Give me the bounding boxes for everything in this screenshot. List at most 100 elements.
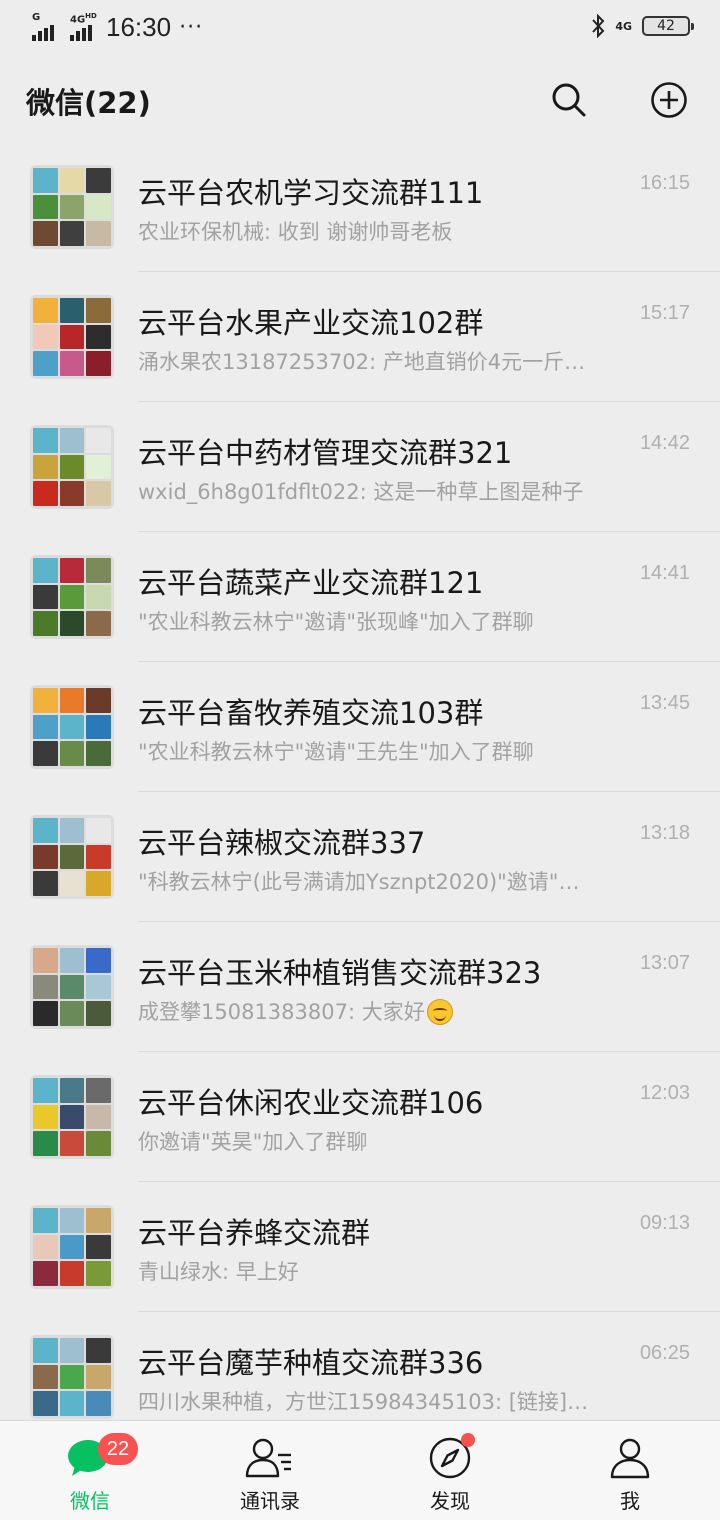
network-type-icon: 4G [615, 19, 632, 33]
member-avatar-tile [33, 1104, 58, 1130]
member-avatar-tile [59, 688, 85, 713]
member-avatar-tile [59, 1104, 85, 1130]
chat-row[interactable]: 云平台蔬菜产业交流群121 "农业科教云林宁"邀请"张现峰"加入了群聊 14:41 [0, 532, 720, 662]
member-avatar-tile [59, 168, 85, 193]
chat-row[interactable]: 云平台养蜂交流群 青山绿水: 早上好 09:13 [0, 1182, 720, 1312]
member-avatar-tile [33, 1078, 58, 1103]
status-bar: G 4GHD 16:30 ··· 4G 42 [0, 0, 720, 58]
plus-circle-icon [651, 82, 687, 118]
last-message-time: 12:03 [639, 1082, 690, 1104]
member-avatar-tile [59, 1001, 85, 1026]
chat-row[interactable]: 云平台魔芋种植交流群336 四川水果种植，方世江15984345103: [链接]… [0, 1312, 720, 1420]
member-avatar-tile [33, 1261, 58, 1286]
last-message-time: 14:42 [639, 432, 690, 454]
member-avatar-tile [33, 454, 58, 480]
bottom-tab-bar: 22 微信 通讯录 发现 我 [0, 1420, 720, 1520]
last-message-text: 农业环保机械: 收到 谢谢帅哥老板 [138, 220, 453, 244]
member-avatar-tile [86, 351, 111, 376]
tab-chats[interactable]: 22 微信 [0, 1421, 180, 1520]
member-avatar-tile [86, 298, 111, 323]
group-avatar [30, 685, 114, 769]
last-message-text: wxid_6h8g01fdflt022: 这是一种草上图是种子 [138, 480, 584, 504]
last-message-time: 09:13 [639, 1212, 690, 1234]
tab-me[interactable]: 我 [540, 1421, 720, 1520]
member-avatar-tile [33, 168, 58, 193]
last-message-preview: 你邀请"英昊"加入了群聊 [138, 1126, 613, 1156]
member-avatar-tile [59, 1208, 85, 1233]
member-avatar-tile [59, 454, 85, 480]
member-avatar-tile [33, 221, 58, 246]
chat-row[interactable]: 云平台农机学习交流群111 农业环保机械: 收到 谢谢帅哥老板 16:15 [0, 142, 720, 272]
member-avatar-tile [33, 688, 58, 713]
last-message-preview: 青山绿水: 早上好 [138, 1256, 613, 1286]
smile-emoji-icon [426, 999, 453, 1025]
group-avatar [30, 165, 114, 249]
member-avatar-tile [86, 428, 111, 453]
last-message-time: 13:18 [639, 822, 690, 844]
member-avatar-tile [86, 1234, 111, 1260]
member-avatar-tile [33, 611, 58, 636]
member-avatar-tile [33, 1364, 58, 1390]
chat-row[interactable]: 云平台水果产业交流102群 涌水果农13187253702: 产地直销价4元一斤…… [0, 272, 720, 402]
last-message-preview: 成登攀15081383807: 大家好 [138, 996, 613, 1026]
last-message-text: "农业科教云林宁"邀请"王先生"加入了群聊 [138, 740, 534, 764]
last-message-preview: 四川水果种植，方世江15984345103: [链接]… [138, 1386, 613, 1416]
tab-contacts[interactable]: 通讯录 [180, 1421, 360, 1520]
chat-row[interactable]: 云平台畜牧养殖交流103群 "农业科教云林宁"邀请"王先生"加入了群聊 13:45 [0, 662, 720, 792]
group-avatar [30, 555, 114, 639]
member-avatar-tile [33, 1391, 58, 1416]
member-avatar-tile [33, 1234, 58, 1260]
chat-row[interactable]: 云平台玉米种植销售交流群323 成登攀15081383807: 大家好 13:07 [0, 922, 720, 1052]
last-message-text: 成登攀15081383807: 大家好 [138, 1000, 425, 1024]
tab-label: 发现 [430, 1489, 470, 1513]
member-avatar-tile [59, 481, 85, 506]
chat-name: 云平台农机学习交流群111 [138, 176, 484, 210]
member-avatar-tile [59, 1078, 85, 1103]
member-avatar-tile [59, 351, 85, 376]
member-avatar-tile [86, 221, 111, 246]
member-avatar-tile [86, 1391, 111, 1416]
member-avatar-tile [59, 324, 85, 350]
search-icon [552, 83, 586, 117]
member-avatar-tile [33, 481, 58, 506]
last-message-text: 四川水果种植，方世江15984345103: [链接]… [138, 1390, 589, 1414]
signal-strength-4g-icon: 4GHD [70, 12, 97, 41]
last-message-preview: wxid_6h8g01fdflt022: 这是一种草上图是种子 [138, 476, 613, 506]
member-avatar-tile [59, 1131, 85, 1156]
member-avatar-tile [86, 871, 111, 896]
member-avatar-tile [33, 584, 58, 610]
chat-list[interactable]: 云平台农机学习交流群111 农业环保机械: 收到 谢谢帅哥老板 16:15 云平台水果… [0, 142, 720, 1420]
chat-name: 云平台休闲农业交流群106 [138, 1086, 484, 1120]
group-avatar [30, 425, 114, 509]
chat-row[interactable]: 云平台中药材管理交流群321 wxid_6h8g01fdflt022: 这是一种草… [0, 402, 720, 532]
last-message-preview: "科教云林宁(此号满请加Ysznpt2020)"邀请"… [138, 866, 613, 896]
member-avatar-tile [33, 844, 58, 870]
tab-discover[interactable]: 发现 [360, 1421, 540, 1520]
last-message-time: 16:15 [639, 172, 690, 194]
member-avatar-tile [33, 1208, 58, 1233]
bluetooth-icon [591, 14, 605, 38]
chat-row[interactable]: 云平台辣椒交流群337 "科教云林宁(此号满请加Ysznpt2020)"邀请"… 1… [0, 792, 720, 922]
contacts-icon [245, 1438, 291, 1478]
chat-row[interactable]: 云平台休闲农业交流群106 你邀请"英昊"加入了群聊 12:03 [0, 1052, 720, 1182]
last-message-time: 15:17 [639, 302, 690, 324]
chat-name: 云平台辣椒交流群337 [138, 826, 426, 860]
add-menu-button[interactable] [647, 78, 691, 122]
member-avatar-tile [59, 844, 85, 870]
person-icon [610, 1438, 650, 1479]
search-button[interactable] [547, 78, 591, 122]
member-avatar-tile [86, 1261, 111, 1286]
group-avatar [30, 1075, 114, 1159]
member-avatar-tile [59, 194, 85, 220]
signal-strength-icon: G [32, 12, 54, 41]
group-avatar [30, 815, 114, 899]
member-avatar-tile [59, 714, 85, 740]
last-message-time: 06:25 [639, 1342, 690, 1364]
last-message-text: "农业科教云林宁"邀请"张现峰"加入了群聊 [138, 610, 534, 634]
member-avatar-tile [86, 741, 111, 766]
tab-label: 通讯录 [240, 1489, 300, 1513]
member-avatar-tile [59, 741, 85, 766]
member-avatar-tile [59, 1261, 85, 1286]
member-avatar-tile [59, 298, 85, 323]
chat-name: 云平台水果产业交流102群 [138, 306, 484, 340]
